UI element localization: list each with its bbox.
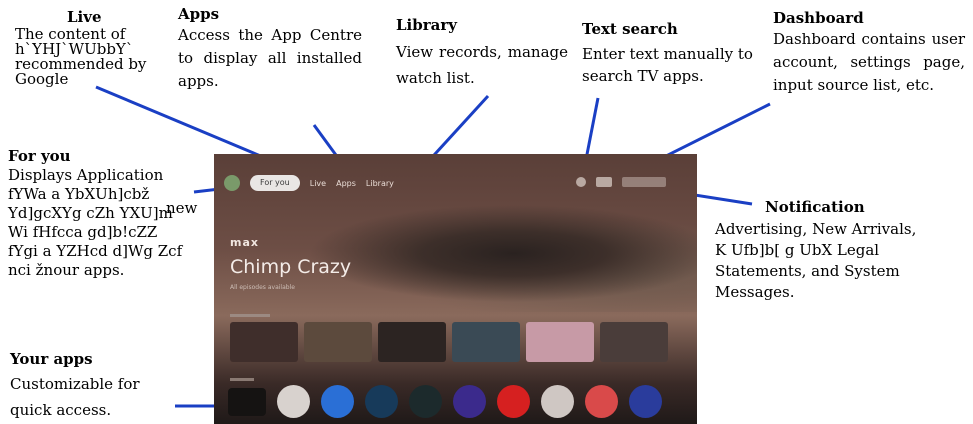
hero-show-subtitle: All episodes available — [230, 284, 295, 291]
app-tile[interactable] — [365, 385, 398, 418]
callout-text-search: Text search Enter text manually to searc… — [582, 20, 762, 87]
app-tile[interactable] — [321, 385, 354, 418]
hero-show-title: Chimp Crazy — [230, 256, 352, 278]
app-tile[interactable] — [453, 385, 486, 418]
tv-tab-apps[interactable]: Apps — [336, 179, 356, 188]
callout-text-search-title: Text search — [582, 20, 678, 38]
callout-for-you-desc: Displays Application fYWa a YbXUh]cbž Yd… — [8, 166, 183, 279]
tv-tab-for-you[interactable]: For you — [250, 175, 300, 191]
callout-library: Library View records, manage watch list. — [396, 16, 568, 91]
callout-dashboard: Dashboard Dashboard contains user accoun… — [773, 9, 965, 97]
search-icon[interactable] — [576, 177, 586, 187]
apps-label-bar — [230, 378, 254, 381]
tv-home-screenshot: For you Live Apps Library max Chimp Craz… — [214, 154, 697, 424]
app-tile[interactable] — [409, 385, 442, 418]
app-tile[interactable] — [497, 385, 530, 418]
callout-for-you-extra: new — [166, 199, 198, 217]
callout-for-you-title: For you — [8, 147, 71, 165]
callout-library-title: Library — [396, 16, 457, 34]
content-row — [230, 322, 668, 362]
avatar[interactable] — [224, 175, 240, 191]
content-tile[interactable] — [378, 322, 446, 362]
callout-apps-desc: Access the App Centre to display all ins… — [178, 26, 362, 90]
app-tile[interactable] — [541, 385, 574, 418]
callout-text-search-desc: Enter text manually to search TV apps. — [582, 45, 753, 85]
hero-brand-logo: max — [230, 236, 259, 249]
content-tile[interactable] — [304, 322, 372, 362]
callout-for-you: For you Displays Application fYWa a YbXU… — [8, 147, 203, 280]
callout-notification: Notification Advertising, New Arrivals, … — [715, 198, 965, 303]
callout-apps-title: Apps — [178, 5, 220, 23]
content-tile[interactable] — [230, 322, 298, 362]
content-tile[interactable] — [600, 322, 668, 362]
callout-your-apps: Your apps Customizable for quick access. — [10, 350, 190, 423]
app-tile[interactable] — [629, 385, 662, 418]
callout-dashboard-desc: Dashboard contains user account, setting… — [773, 30, 965, 94]
notification-icon[interactable] — [622, 177, 666, 187]
callout-your-apps-desc: Customizable for quick access. — [10, 375, 140, 419]
tv-tab-library[interactable]: Library — [366, 179, 394, 188]
dashboard-icon[interactable] — [596, 177, 612, 187]
app-tile[interactable] — [585, 385, 618, 418]
callout-notification-desc: Advertising, New Arrivals, K Ufb]b[ g Ub… — [715, 220, 917, 301]
content-tile[interactable] — [526, 322, 594, 362]
content-tile[interactable] — [452, 322, 520, 362]
your-apps-row — [228, 385, 662, 418]
hero-image — [214, 182, 697, 312]
callout-library-desc: View records, manage watch list. — [396, 43, 568, 87]
app-tile[interactable] — [228, 387, 266, 416]
callout-live-desc: The content of h`YHJ`WUbbY` recommended … — [15, 25, 147, 88]
callout-live: Live The content of h`YHJ`WUbbY` recomme… — [15, 8, 180, 87]
callout-your-apps-title: Your apps — [10, 350, 93, 368]
tv-tab-live[interactable]: Live — [310, 179, 326, 188]
callout-notification-title: Notification — [765, 198, 865, 216]
app-tile[interactable] — [277, 385, 310, 418]
tv-top-nav: For you Live Apps Library — [224, 174, 394, 192]
callout-dashboard-title: Dashboard — [773, 9, 864, 27]
tv-system-icons — [576, 177, 666, 187]
callout-apps: Apps Access the App Centre to display al… — [178, 5, 362, 93]
row-label-bar — [230, 314, 270, 317]
